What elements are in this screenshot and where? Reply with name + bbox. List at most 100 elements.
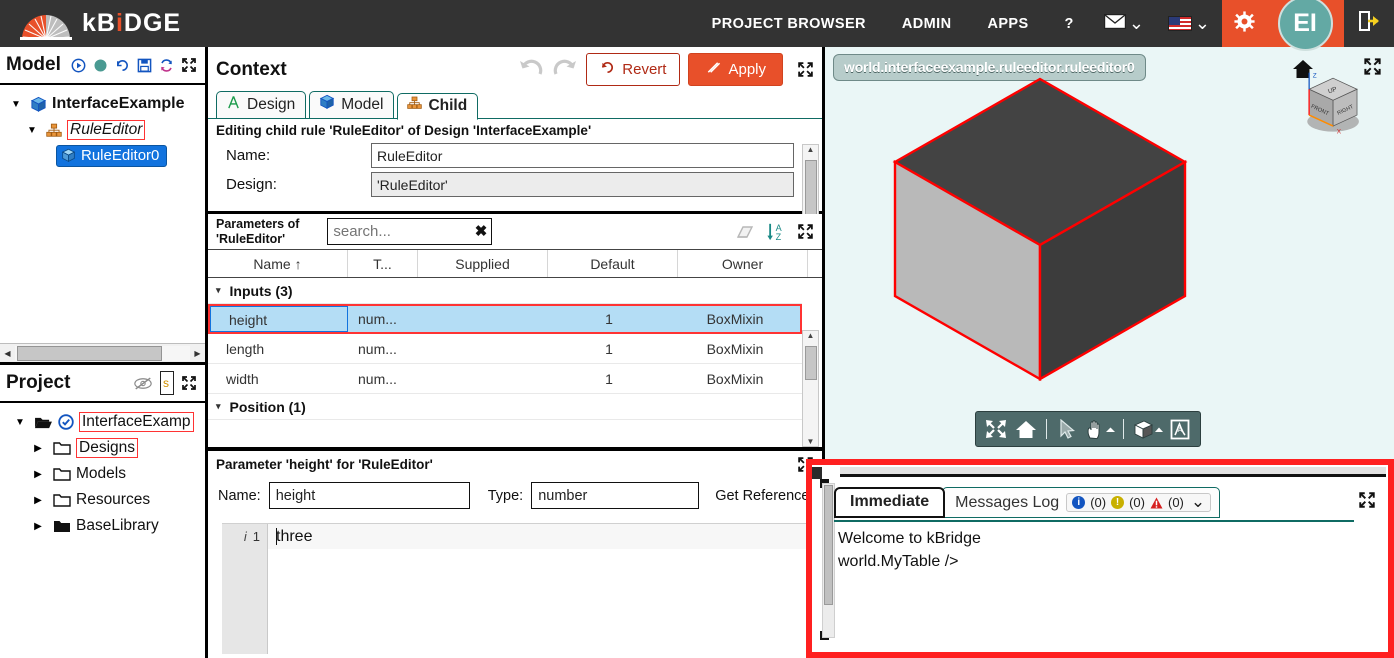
redo-icon[interactable] [552,57,578,83]
nav-apps[interactable]: APPS [969,16,1046,32]
parameters-vscrollbar[interactable]: ▲ ▼ [802,330,819,447]
cube-model[interactable] [880,67,1200,397]
tab-model[interactable]: Model [309,91,395,118]
search-input[interactable] [327,218,493,245]
project-search-input[interactable] [160,371,174,395]
export-pdf-icon[interactable]: A [1166,416,1194,442]
expand-icon[interactable] [1358,491,1376,514]
scroll-down-arrow[interactable]: ▼ [803,437,818,446]
revert-button[interactable]: Revert [586,53,681,86]
immediate-console-output[interactable]: Welcome to kBridge world.MyTable /> [838,527,1376,646]
col-name[interactable]: Name ↑ [208,250,348,277]
chevron-right-icon[interactable] [30,495,46,506]
selected-node[interactable]: RuleEditor0 [56,145,168,167]
settings-button[interactable] [1222,0,1266,47]
save-icon[interactable] [137,58,152,73]
scroll-right-arrow[interactable]: ▶ [190,349,205,358]
chevron-down-icon[interactable] [8,99,24,110]
chevron-down-icon[interactable] [24,125,40,136]
expand-icon[interactable] [181,57,197,73]
us-flag-icon [1167,16,1192,31]
message-badges[interactable]: i (0) ! (0) (0) ⌄ [1066,493,1212,512]
scroll-left-arrow[interactable]: ◀ [0,349,15,358]
col-default[interactable]: Default [548,250,678,277]
record-circle-icon[interactable] [93,58,108,73]
navigation-cube-icon[interactable]: UP FRONT RIGHT Z X [1294,69,1374,139]
group-inputs[interactable]: ▾ Inputs (3) [208,278,802,304]
scroll-thumb[interactable] [17,345,162,361]
code-line[interactable]: three [268,524,807,549]
tab-immediate[interactable]: Immediate [834,487,946,518]
refresh-icon[interactable] [159,58,174,73]
tab-design[interactable]: Design [216,91,307,118]
tree-item-ruleeditor[interactable]: RuleEditor [0,117,205,143]
info-marker: i [243,529,247,544]
expand-icon[interactable] [181,375,197,391]
chevron-right-icon[interactable] [30,469,46,480]
nav-project-browser[interactable]: PROJECT BROWSER [694,16,884,32]
col-supplied[interactable]: Supplied [418,250,548,277]
fit-all-icon[interactable] [982,416,1010,442]
col-type[interactable]: T... [348,250,418,277]
project-item-models[interactable]: Models [0,461,205,487]
select-cursor-icon[interactable] [1053,416,1081,442]
cell-supplied [418,306,548,332]
scroll-thumb[interactable] [824,485,833,605]
expand-icon[interactable] [797,223,814,240]
pan-hand-icon[interactable] [1083,416,1117,442]
chevron-right-icon[interactable] [30,521,46,532]
model-tree-hscrollbar[interactable]: ◀ ▶ [0,343,205,362]
pe-name-input[interactable] [268,482,470,509]
hierarchy-icon [407,96,423,115]
apply-button[interactable]: Apply [688,53,783,86]
nav-admin[interactable]: ADMIN [884,16,970,32]
project-item-designs[interactable]: Designs [0,435,205,461]
project-item-baselibrary[interactable]: BaseLibrary [0,513,205,539]
home-view-icon[interactable] [1012,416,1040,442]
panel-drag-handle[interactable] [812,467,822,479]
scroll-thumb[interactable] [805,346,817,380]
sort-az-icon[interactable]: AZ [766,222,787,242]
project-panel-title: Project [6,372,71,393]
expand-icon[interactable] [797,61,814,78]
tree-item-ruleeditor0[interactable]: RuleEditor0 [0,143,205,169]
mail-menu[interactable]: ⌄ [1092,13,1156,34]
eye-slash-icon[interactable] [133,376,153,391]
shading-cube-icon[interactable] [1130,416,1164,442]
user-avatar-zone[interactable]: EI [1266,0,1344,51]
play-circle-icon[interactable] [71,58,86,73]
project-item-interfaceexample[interactable]: InterfaceExamp [0,409,205,435]
clear-x-icon[interactable]: ✖ [475,222,488,240]
undo-icon[interactable] [518,57,544,83]
nav-help[interactable]: ? [1047,16,1092,32]
scroll-track[interactable] [15,345,190,361]
panel-splitter[interactable] [840,467,1386,477]
code-editor[interactable]: i 1 three [222,523,807,654]
history-icon[interactable] [115,58,130,73]
table-row[interactable]: width num... 1 BoxMixin [208,364,802,394]
chevron-down-icon[interactable]: ▾ [216,285,221,296]
tab-child[interactable]: Child [397,92,479,120]
scroll-up-arrow[interactable]: ▲ [803,145,818,159]
viewport-3d[interactable]: world.interfaceexample.ruleeditor.ruleed… [825,47,1394,459]
col-owner[interactable]: Owner [678,250,808,277]
chevron-right-icon[interactable] [30,443,46,454]
design-input[interactable] [371,172,794,197]
chevron-down-icon[interactable] [12,417,28,428]
scroll-up-arrow[interactable]: ▲ [803,331,818,340]
group-position[interactable]: ▾ Position (1) [208,394,802,420]
app-logo[interactable]: kBiDGE [0,9,181,40]
name-input[interactable] [371,143,794,168]
chevron-down-icon[interactable]: ⌄ [1191,494,1205,510]
table-row[interactable]: height num... 1 BoxMixin [208,304,802,334]
tab-messages-log[interactable]: Messages Log i (0) ! (0) (0) ⌄ [942,487,1221,518]
project-item-resources[interactable]: Resources [0,487,205,513]
tree-item-interfaceexample[interactable]: InterfaceExample [0,91,205,117]
language-menu[interactable]: ⌄ [1156,14,1222,32]
pe-type-input[interactable] [531,482,700,509]
avatar[interactable]: EI [1277,0,1333,51]
eraser-icon[interactable] [732,223,756,241]
logout-button[interactable] [1344,0,1394,47]
chevron-down-icon[interactable]: ▾ [216,401,221,412]
table-row[interactable]: length num... 1 BoxMixin [208,334,802,364]
